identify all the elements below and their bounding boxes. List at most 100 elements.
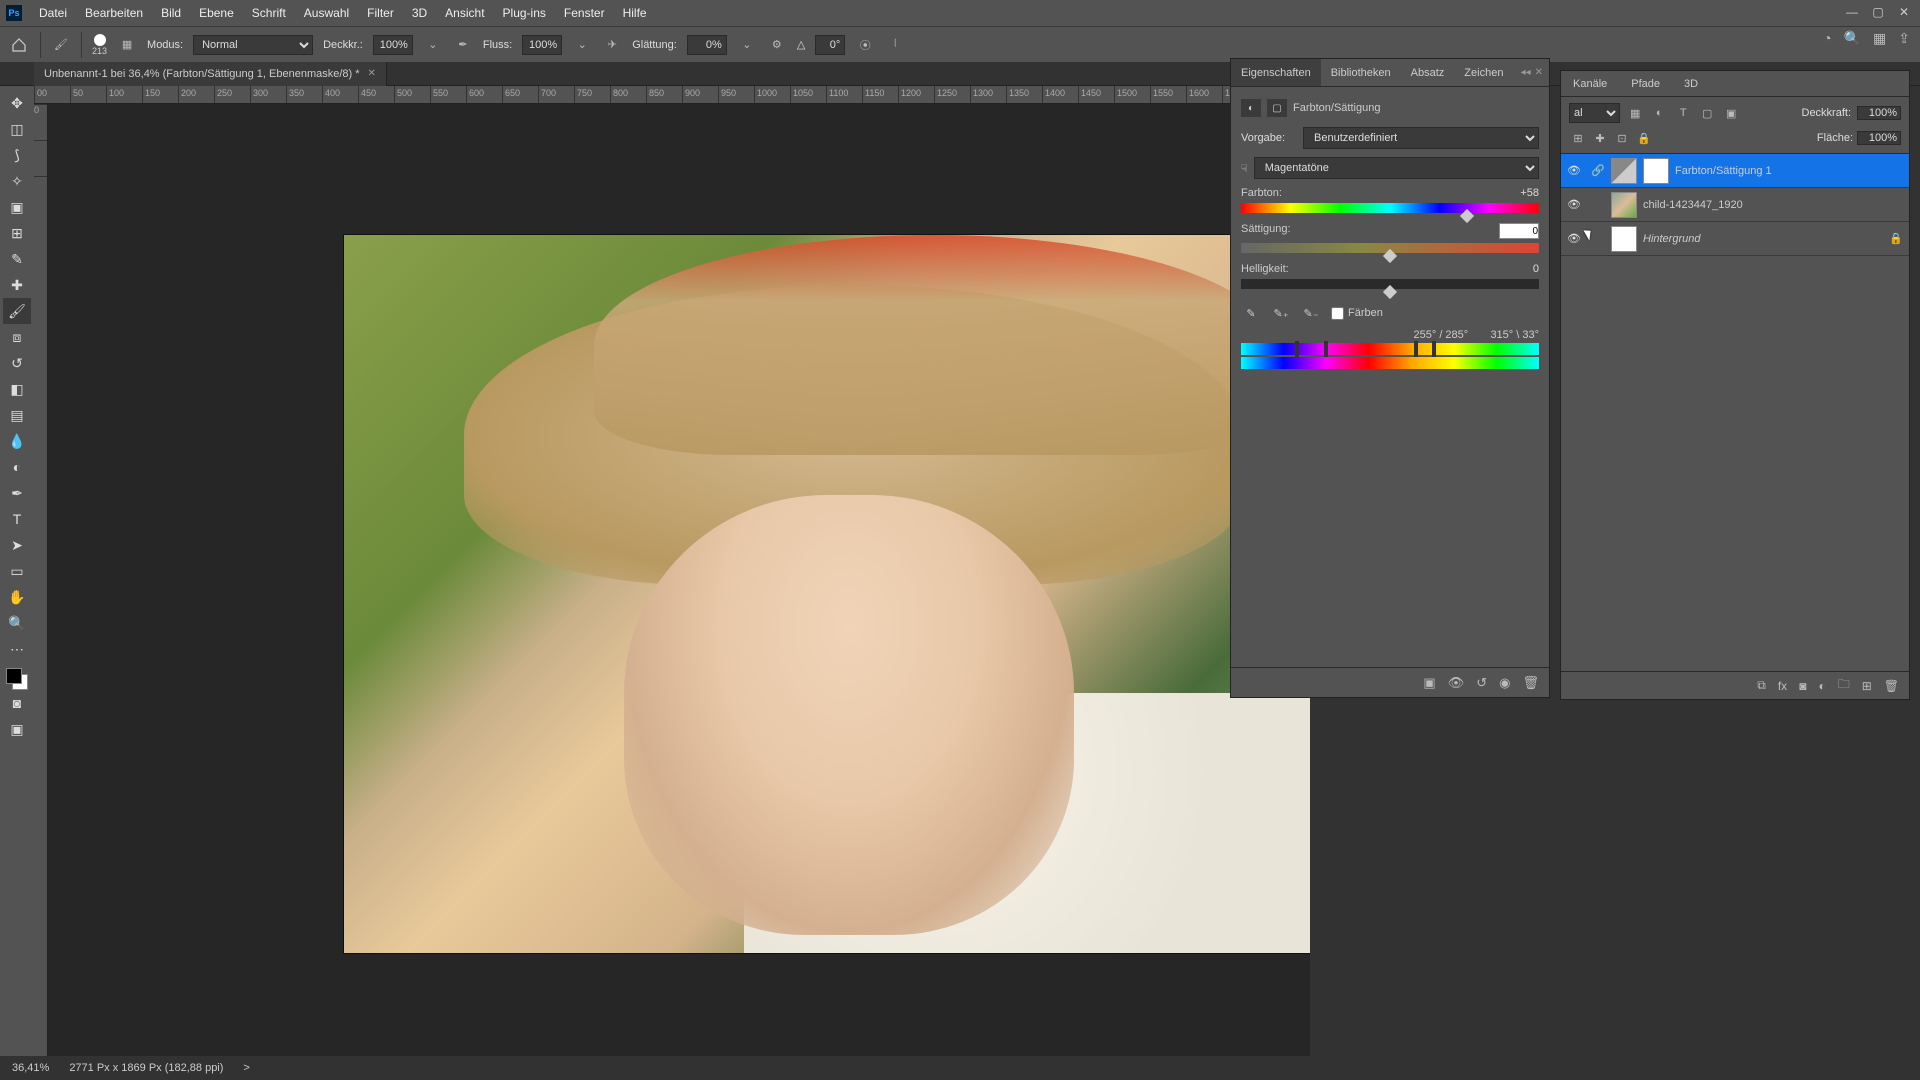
smoothing-input[interactable] [687,35,727,55]
chevron-down-icon[interactable]: ⌄ [737,35,757,55]
layer-mask-thumb[interactable] [1643,158,1669,184]
gradient-tool[interactable]: ▤ [3,402,31,428]
flow-input[interactable] [522,35,562,55]
layer-name[interactable]: Farbton/Sättigung 1 [1675,165,1903,177]
lock-position-icon[interactable]: ✚ [1591,129,1609,147]
brush-tool-icon[interactable]: 🖌 [51,35,71,55]
magic-wand-tool[interactable]: ✧ [3,168,31,194]
menu-window[interactable]: Fenster [555,6,614,20]
tab-character[interactable]: Zeichen [1454,59,1513,86]
menu-plugins[interactable]: Plug-ins [494,6,555,20]
history-brush-tool[interactable]: ↺ [3,350,31,376]
menu-type[interactable]: Schrift [243,6,295,20]
layer-fx-icon[interactable]: fx [1778,679,1787,693]
document-image[interactable] [343,234,1310,954]
collapse-icon[interactable]: ◂◂ [1521,67,1531,78]
hand-scrubby-icon[interactable]: ☟ [1241,162,1248,175]
layer-filter-select[interactable]: al [1569,103,1620,123]
healing-tool[interactable]: ✚ [3,272,31,298]
lock-artboard-icon[interactable]: ⊡ [1613,129,1631,147]
menu-image[interactable]: Bild [152,6,190,20]
menu-help[interactable]: Hilfe [614,6,656,20]
eyedropper-minus-icon[interactable]: ✎₋ [1301,303,1321,323]
reset-icon[interactable]: ↺ [1476,675,1487,691]
share-icon[interactable]: ⇪ [1898,30,1910,47]
eyedropper-plus-icon[interactable]: ✎₊ [1271,303,1291,323]
canvas[interactable] [48,104,1310,1056]
colorize-checkbox[interactable]: Färben [1331,307,1383,320]
menu-file[interactable]: Datei [30,6,76,20]
zoom-tool[interactable]: 🔍 [3,610,31,636]
layer-row[interactable]: 👁 child-1423447_1920 [1561,188,1909,222]
workspace-icon[interactable]: ▦ [1873,30,1886,47]
menu-view[interactable]: Ansicht [436,6,493,20]
pen-tool[interactable]: ✒ [3,480,31,506]
layer-name[interactable]: child-1423447_1920 [1643,199,1903,211]
layer-fill-value[interactable]: 100% [1857,131,1901,145]
view-previous-icon[interactable]: 👁 [1448,675,1465,691]
color-swatch[interactable] [6,668,28,690]
pressure-size-icon[interactable]: ⦿ [855,35,875,55]
hand-tool[interactable]: ✋ [3,584,31,610]
channel-select[interactable]: Magentatöne [1254,157,1539,179]
filter-smart-icon[interactable]: ▣ [1722,104,1740,122]
eyedropper-tool[interactable]: ✎ [3,246,31,272]
new-adjustment-icon[interactable]: ◐ [1818,679,1825,693]
saturation-input[interactable] [1499,223,1539,239]
doc-dimensions[interactable]: 2771 Px x 1869 Px (182,88 ppi) [69,1062,223,1074]
menu-layer[interactable]: Ebene [190,6,243,20]
brush-preset-picker[interactable]: 213 [92,34,107,56]
frame-tool[interactable]: ⊞ [3,220,31,246]
home-icon[interactable] [8,34,30,56]
ruler-horizontal[interactable]: 0050100150200250300350400450500550600650… [34,86,1310,104]
hue-value[interactable]: +58 [1499,187,1539,199]
lock-pixels-icon[interactable]: ⊞ [1569,129,1587,147]
brush-panel-icon[interactable]: ▦ [117,35,137,55]
link-layers-icon[interactable]: ⧉ [1757,678,1766,693]
filter-image-icon[interactable]: ▦ [1626,104,1644,122]
dodge-tool[interactable]: ◐ [3,454,31,480]
airbrush-icon[interactable]: ✈ [602,35,622,55]
menu-edit[interactable]: Bearbeiten [76,6,152,20]
opacity-input[interactable] [373,35,413,55]
chevron-down-icon[interactable]: ⌄ [423,35,443,55]
blend-mode-select[interactable]: Normal [193,35,313,55]
lock-all-icon[interactable]: 🔒 [1635,129,1653,147]
eraser-tool[interactable]: ◧ [3,376,31,402]
link-icon[interactable]: 🔗 [1591,164,1605,177]
delete-layer-icon[interactable]: 🗑 [1884,679,1899,693]
search-icon[interactable]: 🔍 [1844,30,1861,47]
clip-to-layer-icon[interactable]: ▣ [1423,675,1435,691]
window-maximize-icon[interactable]: ▢ [1870,4,1886,20]
layer-thumb[interactable] [1611,226,1637,252]
gear-icon[interactable]: ⚙ [767,35,787,55]
lock-icon[interactable]: 🔒 [1889,232,1903,245]
menu-3d[interactable]: 3D [403,6,436,20]
ruler-vertical[interactable]: 0 [34,104,48,1056]
close-tab-icon[interactable]: ✕ [368,68,376,79]
layer-thumb[interactable] [1611,192,1637,218]
close-panel-icon[interactable]: ✕ [1535,67,1543,78]
filter-shape-icon[interactable]: ▢ [1698,104,1716,122]
angle-input[interactable] [815,35,845,55]
window-minimize-icon[interactable]: — [1844,4,1860,20]
eyedropper-icon[interactable]: ✎ [1241,303,1261,323]
tab-paragraph[interactable]: Absatz [1401,59,1455,86]
saturation-slider[interactable] [1241,243,1539,253]
layer-name[interactable]: Hintergrund [1643,233,1883,245]
rectangle-tool[interactable]: ▭ [3,558,31,584]
tab-libraries[interactable]: Bibliotheken [1321,59,1401,86]
color-range-slider-bottom[interactable] [1241,357,1539,369]
new-layer-icon[interactable]: ⊞ [1862,679,1872,693]
tab-properties[interactable]: Eigenschaften [1231,59,1321,86]
menu-filter[interactable]: Filter [358,6,403,20]
visibility-icon[interactable]: 👁 [1567,232,1585,245]
layer-opacity-value[interactable]: 100% [1857,106,1901,120]
layer-row[interactable]: 👁 Hintergrund 🔒 [1561,222,1909,256]
layer-thumb[interactable] [1611,158,1637,184]
layer-row[interactable]: 👁 🔗 Farbton/Sättigung 1 [1561,154,1909,188]
symmetry-icon[interactable]: ⦚ [885,35,905,55]
filter-type-icon[interactable]: T [1674,104,1692,122]
move-tool[interactable]: ✥ [3,90,31,116]
status-chevron-icon[interactable]: > [243,1062,249,1074]
